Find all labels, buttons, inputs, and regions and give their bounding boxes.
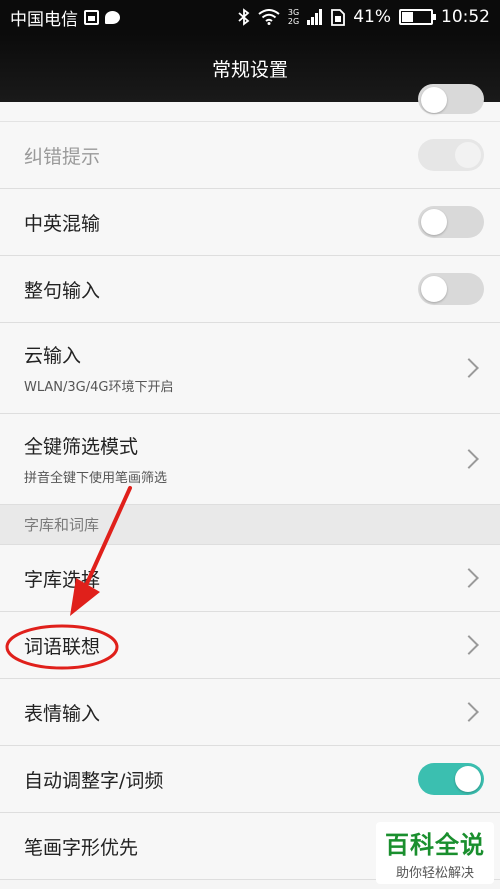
toggle-partial[interactable] <box>418 84 484 114</box>
setting-label: 中英混输 <box>24 212 101 235</box>
chevron-right-icon <box>459 702 479 722</box>
setting-label: 纠错提示 <box>24 145 101 168</box>
section-header-library: 字库和词库 <box>0 505 500 545</box>
auto-frequency-toggle[interactable] <box>418 763 484 795</box>
list-item-partial <box>0 84 500 122</box>
page-title: 常规设置 <box>211 58 288 81</box>
battery-icon <box>399 9 436 25</box>
battery-percent: 41% <box>353 7 391 27</box>
sim-card-icon <box>331 8 346 26</box>
setting-label: 自动调整字/词频 <box>24 769 164 792</box>
settings-list: 纠错提示 中英混输 整句输入 云输入 WLAN/3G/4G环境下开启 全键筛选模… <box>0 84 500 880</box>
toggle-knob <box>455 766 481 792</box>
setting-label: 整句输入 <box>24 279 101 302</box>
setting-label: 笔画字形优先 <box>24 836 139 859</box>
toggle-knob <box>421 87 447 113</box>
signal-icon <box>307 9 323 25</box>
toggle-knob <box>421 276 447 302</box>
setting-label: 字库选择 <box>24 568 101 591</box>
sentence-input-toggle[interactable] <box>418 273 484 305</box>
toggle-knob <box>455 142 481 168</box>
setting-sentence-input[interactable]: 整句输入 <box>0 256 500 323</box>
chevron-right-icon <box>459 568 479 588</box>
setting-cloud-input[interactable]: 云输入 WLAN/3G/4G环境下开启 <box>0 323 500 414</box>
chevron-right-icon <box>459 358 479 378</box>
status-bar: 中国电信 3G 2G 41% 10:52 <box>0 0 500 34</box>
sim-icon <box>84 9 99 25</box>
section-title: 字库和词库 <box>24 516 100 534</box>
watermark-logo: 百科全说 助你轻松解决 <box>376 822 494 884</box>
chevron-right-icon <box>459 449 479 469</box>
mixed-input-toggle[interactable] <box>418 206 484 238</box>
setting-emoji-input[interactable]: 表情输入 <box>0 679 500 746</box>
setting-label: 词语联想 <box>24 635 101 658</box>
setting-description: 拼音全键下使用笔画筛选 <box>24 471 168 486</box>
setting-error-hint[interactable]: 纠错提示 <box>0 122 500 189</box>
chevron-right-icon <box>459 635 479 655</box>
setting-description: WLAN/3G/4G环境下开启 <box>24 380 174 395</box>
chat-icon <box>105 10 120 24</box>
bluetooth-icon <box>238 8 250 26</box>
setting-lexicon-select[interactable]: 字库选择 <box>0 545 500 612</box>
watermark-title: 百科全说 <box>385 831 485 859</box>
error-hint-toggle <box>418 139 484 171</box>
carrier-name: 中国电信 <box>10 9 78 30</box>
wifi-icon <box>258 9 280 25</box>
toggle-knob <box>421 209 447 235</box>
setting-mixed-input[interactable]: 中英混输 <box>0 189 500 256</box>
watermark-subtitle: 助你轻松解决 <box>395 866 474 881</box>
setting-word-association[interactable]: 词语联想 <box>0 612 500 679</box>
setting-auto-frequency[interactable]: 自动调整字/词频 <box>0 746 500 813</box>
setting-label: 表情输入 <box>24 702 101 725</box>
network-type: 3G 2G <box>287 8 300 26</box>
setting-label: 全键筛选模式 <box>24 436 139 458</box>
clock: 10:52 <box>441 7 490 27</box>
setting-label: 云输入 <box>24 345 82 367</box>
setting-full-key-filter[interactable]: 全键筛选模式 拼音全键下使用笔画筛选 <box>0 414 500 505</box>
